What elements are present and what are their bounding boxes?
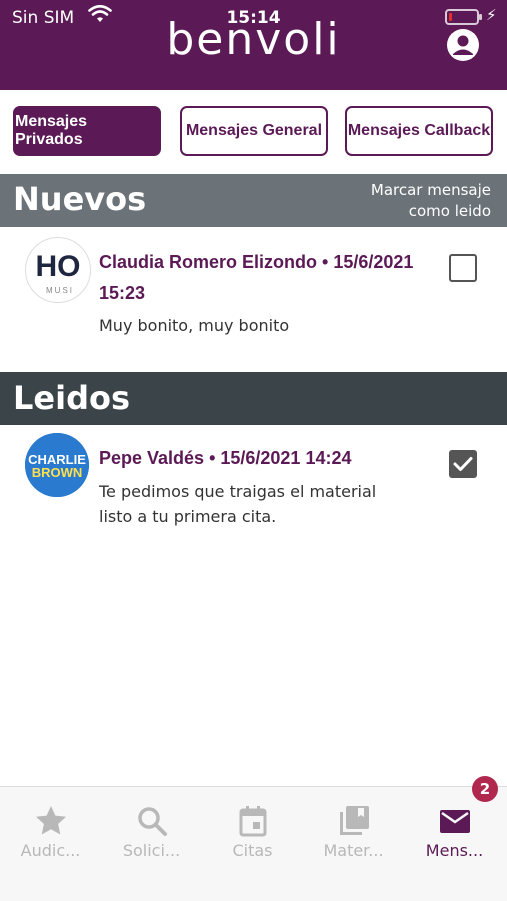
- section-title-leidos: Leidos: [13, 379, 130, 417]
- bottom-navigation: Audic... Solici... Citas Mater... Mens..…: [0, 786, 507, 901]
- check-icon: [453, 457, 473, 471]
- nav-item-audiciones[interactable]: Audic...: [0, 787, 101, 877]
- svg-text:MUSI: MUSI: [46, 286, 74, 295]
- message-body: Te pedimos que traigas el material listo…: [99, 482, 377, 526]
- message-body: Muy bonito, muy bonito: [99, 316, 290, 335]
- mark-read-checkbox[interactable]: [449, 254, 477, 282]
- star-icon: [36, 806, 66, 835]
- calendar-icon: [239, 806, 267, 837]
- message-sender: Claudia Romero Elizondo • 15/6/2021 15:2…: [99, 252, 414, 303]
- nav-item-solicitudes[interactable]: Solici...: [101, 787, 202, 877]
- tab-mensajes-general[interactable]: Mensajes General: [180, 106, 328, 156]
- message-tabs: Mensajes Privados Mensajes General Mensa…: [0, 106, 507, 158]
- search-icon: [138, 807, 167, 836]
- nav-item-citas[interactable]: Citas: [202, 787, 303, 877]
- avatar: CHARLIE BROWN: [25, 433, 89, 497]
- svg-text:BROWN: BROWN: [32, 465, 83, 480]
- message-item-read[interactable]: CHARLIE BROWN Pepe Valdés • 15/6/2021 14…: [0, 430, 507, 530]
- nuevos-section-header: Nuevos Marcar mensaje como leido: [0, 174, 507, 227]
- library-icon: [340, 806, 369, 835]
- app-header: Sin SIM 15:14 ⚡ benvoli: [0, 0, 507, 90]
- unread-badge: 2: [472, 776, 498, 802]
- message-sender: Pepe Valdés • 15/6/2021 14:24: [99, 448, 352, 468]
- leidos-section-header: Leidos: [0, 372, 507, 425]
- section-title-nuevos: Nuevos: [13, 180, 147, 218]
- tab-mensajes-callback[interactable]: Mensajes Callback: [345, 106, 493, 156]
- app-logo: benvoli: [166, 14, 341, 65]
- mark-read-checkbox[interactable]: [449, 450, 477, 478]
- avatar: HO MUSI: [25, 237, 91, 303]
- profile-icon[interactable]: [446, 28, 480, 62]
- message-item-unread[interactable]: HO MUSI Claudia Romero Elizondo • 15/6/2…: [0, 234, 507, 335]
- nav-item-mensajes[interactable]: Mens...: [404, 787, 507, 877]
- mail-icon: [440, 810, 470, 833]
- mark-as-read-label: Marcar mensaje como leido: [370, 181, 491, 220]
- nav-item-materiales[interactable]: Mater...: [303, 787, 404, 877]
- tab-mensajes-privados[interactable]: Mensajes Privados: [13, 106, 161, 156]
- svg-text:HO: HO: [36, 250, 81, 283]
